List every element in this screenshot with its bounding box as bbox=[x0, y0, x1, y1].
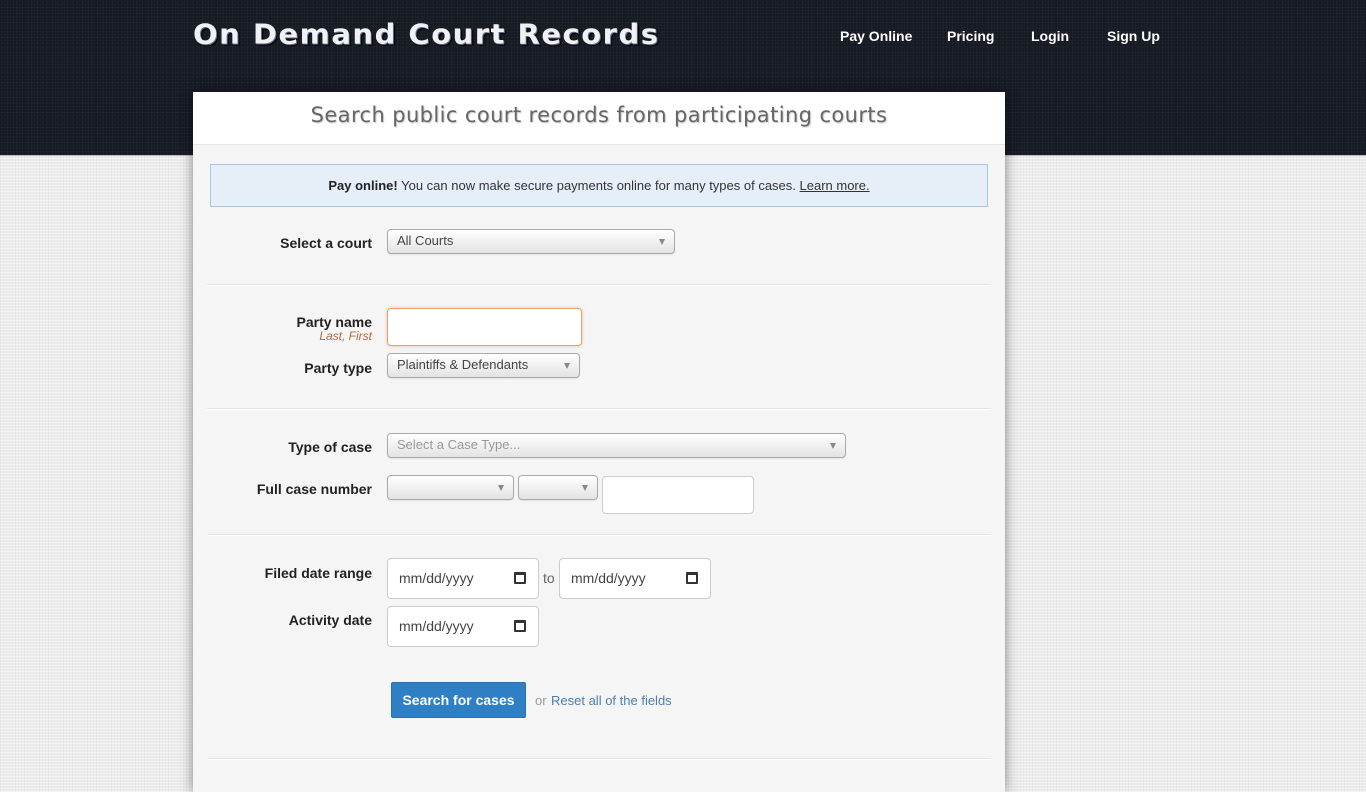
calendar-icon[interactable] bbox=[686, 572, 698, 584]
section-divider bbox=[207, 408, 991, 410]
calendar-icon[interactable] bbox=[514, 620, 526, 632]
case-type-label: Type of case bbox=[288, 439, 372, 455]
party-name-label: Party name bbox=[296, 314, 372, 330]
or-text: or bbox=[535, 693, 547, 708]
calendar-icon[interactable] bbox=[514, 572, 526, 584]
case-number-part1-select[interactable] bbox=[387, 475, 514, 500]
court-select[interactable]: All Courts bbox=[387, 229, 675, 254]
activity-date-label: Activity date bbox=[288, 612, 372, 628]
notice-heading: Pay online! bbox=[328, 178, 398, 193]
notice-text: You can now make secure payments online … bbox=[397, 178, 800, 193]
page-title: Search public court records from partici… bbox=[310, 103, 888, 127]
section-divider bbox=[207, 534, 991, 536]
party-type-select[interactable]: Plaintiffs & Defendants bbox=[387, 353, 580, 378]
chevron-down-icon bbox=[498, 485, 504, 491]
nav-pay-online[interactable]: Pay Online bbox=[840, 28, 912, 44]
court-select-value: All Courts bbox=[397, 233, 454, 248]
chevron-down-icon bbox=[582, 485, 588, 491]
chevron-down-icon bbox=[564, 363, 570, 369]
nav-pricing[interactable]: Pricing bbox=[947, 28, 994, 44]
case-number-input[interactable] bbox=[602, 476, 754, 514]
party-type-value: Plaintiffs & Defendants bbox=[397, 357, 529, 372]
chevron-down-icon bbox=[659, 239, 665, 245]
filed-date-label: Filed date range bbox=[264, 565, 372, 581]
case-number-label: Full case number bbox=[256, 481, 372, 497]
case-type-placeholder: Select a Case Type... bbox=[397, 437, 521, 452]
case-type-select[interactable]: Select a Case Type... bbox=[387, 433, 846, 458]
search-panel: Search public court records from partici… bbox=[193, 92, 1005, 792]
date-range-to: to bbox=[543, 570, 555, 586]
filed-date-to-placeholder: mm/dd/yyyy bbox=[571, 570, 646, 586]
activity-date-placeholder: mm/dd/yyyy bbox=[399, 618, 474, 634]
nav-sign-up[interactable]: Sign Up bbox=[1107, 28, 1160, 44]
filed-date-from-placeholder: mm/dd/yyyy bbox=[399, 570, 474, 586]
filed-date-from-input[interactable]: mm/dd/yyyy bbox=[387, 558, 539, 599]
activity-date-input[interactable]: mm/dd/yyyy bbox=[387, 606, 539, 647]
party-name-input[interactable] bbox=[387, 308, 582, 346]
search-button[interactable]: Search for cases bbox=[391, 682, 526, 718]
section-divider bbox=[207, 284, 991, 286]
party-name-hint: Last, First bbox=[319, 329, 372, 343]
filed-date-to-input[interactable]: mm/dd/yyyy bbox=[559, 558, 711, 599]
learn-more-link[interactable]: Learn more. bbox=[800, 178, 870, 193]
party-type-label: Party type bbox=[304, 360, 372, 376]
nav-login[interactable]: Login bbox=[1031, 28, 1069, 44]
court-label: Select a court bbox=[280, 235, 372, 251]
main-nav: Pay Online Pricing Login Sign Up bbox=[0, 28, 1366, 48]
reset-fields-link[interactable]: Reset all of the fields bbox=[551, 693, 672, 708]
section-divider bbox=[207, 758, 991, 760]
case-number-part2-select[interactable] bbox=[518, 475, 598, 500]
panel-header: Search public court records from partici… bbox=[193, 92, 1005, 145]
pay-online-notice: Pay online! You can now make secure paym… bbox=[210, 164, 988, 207]
chevron-down-icon bbox=[830, 443, 836, 449]
